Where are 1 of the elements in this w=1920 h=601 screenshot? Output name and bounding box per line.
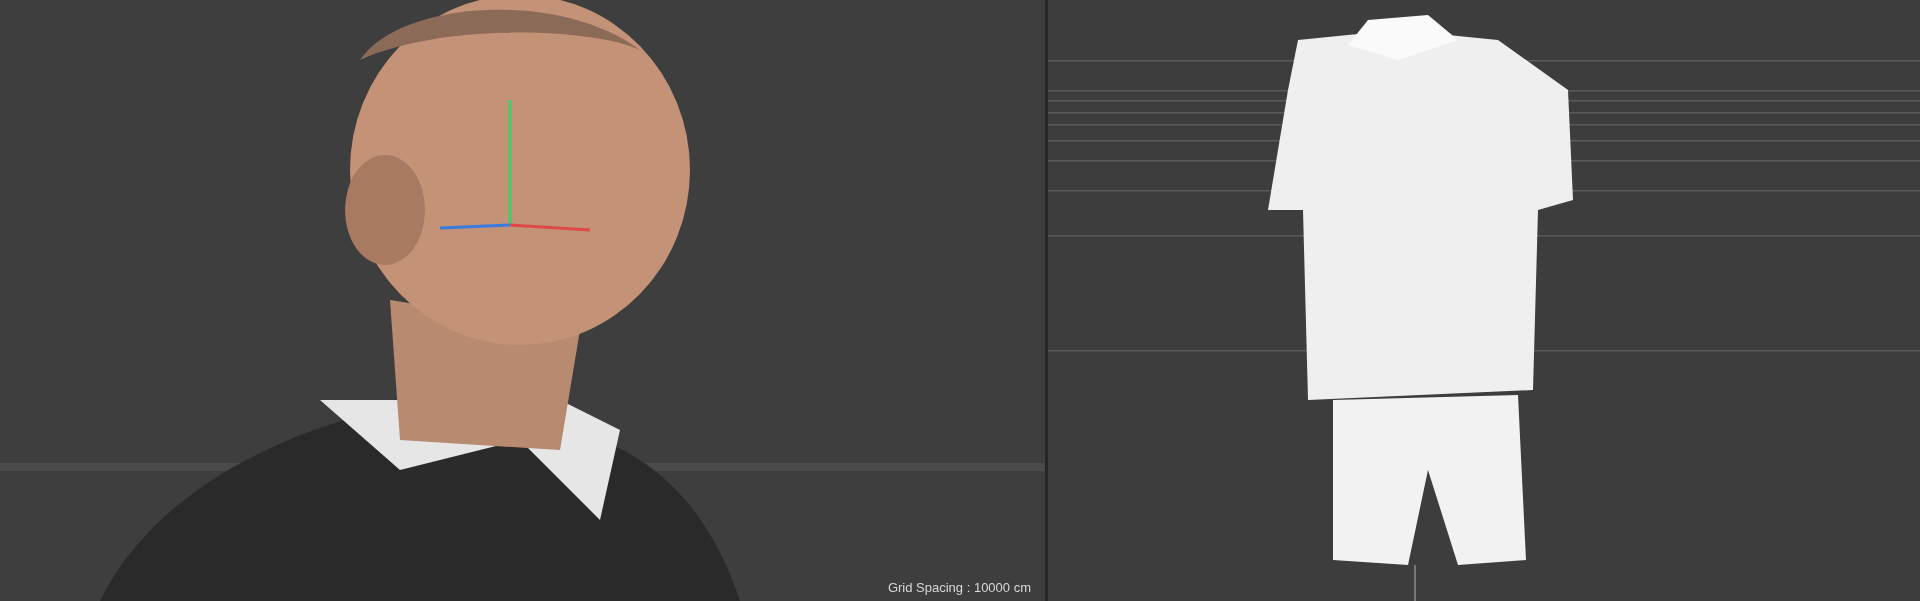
grid-spacing-label: Grid Spacing : 10000 cm: [887, 580, 1031, 595]
